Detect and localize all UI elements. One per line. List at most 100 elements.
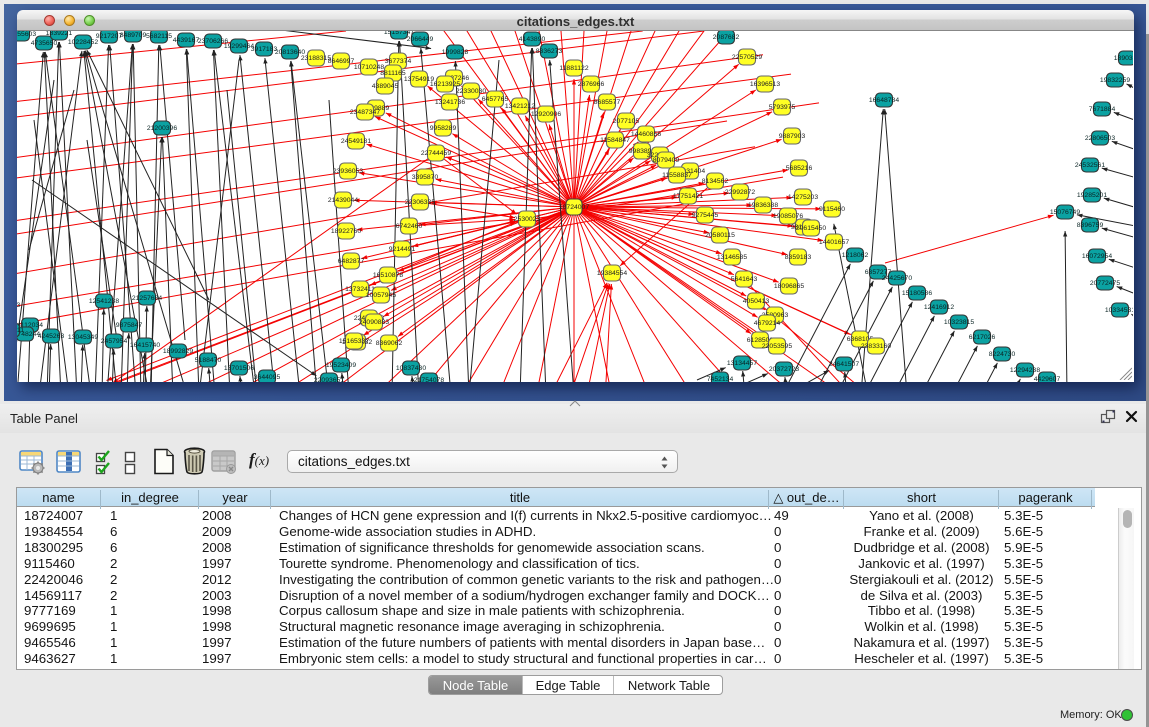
svg-text:8489709: 8489709 <box>120 32 147 39</box>
svg-text:10837430: 10837430 <box>396 365 426 372</box>
svg-text:6742460: 6742460 <box>396 223 423 230</box>
svg-text:13241736: 13241736 <box>435 99 465 106</box>
svg-text:1890399: 1890399 <box>1114 55 1133 62</box>
svg-text:21200396: 21200396 <box>147 125 177 132</box>
svg-text:6217026: 6217026 <box>969 334 996 341</box>
svg-text:4735650: 4735650 <box>31 40 58 47</box>
svg-text:13134457: 13134457 <box>727 360 757 367</box>
svg-text:13421212: 13421212 <box>505 103 535 110</box>
svg-text:13146585: 13146585 <box>717 254 747 261</box>
svg-text:2530023: 2530023 <box>514 216 541 223</box>
svg-text:3395870: 3395870 <box>412 174 439 181</box>
svg-text:8134562: 8134562 <box>702 178 729 185</box>
svg-text:8359183: 8359183 <box>785 254 812 261</box>
svg-text:4389045: 4389045 <box>372 83 399 90</box>
svg-text:5188470: 5188470 <box>195 357 222 364</box>
svg-text:24641507: 24641507 <box>829 361 859 368</box>
svg-text:4143890: 4143890 <box>519 36 546 43</box>
svg-text:8646997: 8646997 <box>328 58 355 65</box>
svg-text:24090883: 24090883 <box>359 319 389 326</box>
svg-text:16213925: 16213925 <box>430 81 460 88</box>
svg-text:10323815: 10323815 <box>944 319 974 326</box>
svg-text:5685216: 5685216 <box>786 165 813 172</box>
svg-text:16510878: 16510878 <box>373 272 403 279</box>
svg-text:16072954: 16072954 <box>1082 253 1112 260</box>
svg-text:10334531: 10334531 <box>1105 307 1133 314</box>
svg-text:22306335: 22306335 <box>405 199 435 206</box>
svg-text:12920906: 12920906 <box>531 111 561 118</box>
svg-text:15165337: 15165337 <box>339 338 369 345</box>
svg-text:19285201: 19285201 <box>1077 192 1107 199</box>
svg-text:8811165: 8811165 <box>380 70 406 77</box>
svg-text:22992872: 22992872 <box>725 189 755 196</box>
svg-text:23487347: 23487347 <box>350 109 380 116</box>
svg-text:24532561: 24532561 <box>1075 162 1105 169</box>
svg-text:19523409: 19523409 <box>326 362 356 369</box>
svg-text:7671884: 7671884 <box>1089 106 1116 113</box>
svg-text:5793975: 5793975 <box>769 104 796 111</box>
svg-text:9958289: 9958289 <box>430 125 457 132</box>
svg-text:3644095: 3644095 <box>254 374 281 381</box>
svg-text:3917183: 3917183 <box>251 46 278 53</box>
svg-text:16396513: 16396513 <box>750 81 780 88</box>
svg-text:13701506: 13701506 <box>224 365 254 372</box>
svg-text:6482877: 6482877 <box>338 258 365 265</box>
svg-text:4245263: 4245263 <box>38 333 65 340</box>
svg-text:18096865: 18096865 <box>774 283 804 290</box>
svg-text:14401657: 14401657 <box>819 239 849 246</box>
svg-text:1999828: 1999828 <box>442 49 469 56</box>
svg-text:19836388: 19836388 <box>748 202 778 209</box>
svg-text:9115460: 9115460 <box>819 206 845 213</box>
svg-text:4679214: 4679214 <box>754 320 781 327</box>
svg-text:9887903: 9887903 <box>779 133 806 140</box>
svg-text:2087682: 2087682 <box>713 34 740 41</box>
svg-text:21257684: 21257684 <box>132 295 162 302</box>
svg-text:17751421: 17751421 <box>673 193 703 200</box>
svg-text:20580115: 20580115 <box>705 232 735 239</box>
svg-text:1218062: 1218062 <box>842 252 869 259</box>
svg-text:24549181: 24549181 <box>341 138 371 145</box>
svg-text:13045349: 13045349 <box>68 334 98 341</box>
svg-text:15076749: 15076749 <box>1050 209 1080 216</box>
svg-text:2066449: 2066449 <box>407 36 434 43</box>
svg-text:10057945: 10057945 <box>366 292 396 299</box>
svg-text:3677374: 3677374 <box>385 58 412 65</box>
svg-text:12541238: 12541238 <box>89 298 119 305</box>
svg-text:8079409: 8079409 <box>653 157 680 164</box>
svg-text:14275203: 14275203 <box>788 194 818 201</box>
svg-text:8336273: 8336273 <box>536 48 563 55</box>
svg-text:12416912: 12416912 <box>924 304 954 311</box>
svg-text:10228452: 10228452 <box>68 39 98 46</box>
svg-text:5682115: 5682115 <box>146 33 172 40</box>
svg-text:19299464: 19299464 <box>224 43 254 50</box>
svg-text:8369062: 8369062 <box>376 340 403 347</box>
svg-text:11584847: 11584847 <box>600 137 630 144</box>
svg-text:4050413: 4050413 <box>743 298 770 305</box>
svg-text:9214491: 9214491 <box>389 246 416 253</box>
svg-text:16415740: 16415740 <box>130 342 160 349</box>
svg-text:11558837: 11558837 <box>662 172 692 179</box>
svg-text:4429607: 4429607 <box>1034 376 1061 382</box>
svg-text:18922760: 18922760 <box>331 228 361 235</box>
svg-text:18992829: 18992829 <box>163 348 193 355</box>
svg-text:8685577: 8685577 <box>594 99 621 106</box>
svg-text:24425670: 24425670 <box>882 275 912 282</box>
svg-text:19384554: 19384554 <box>597 270 627 277</box>
svg-text:22455603: 22455603 <box>17 31 36 38</box>
svg-text:23936053: 23936053 <box>333 168 363 175</box>
svg-text:22744459: 22744459 <box>421 150 451 157</box>
svg-text:18724007: 18724007 <box>559 204 589 211</box>
svg-text:22570529: 22570529 <box>732 54 762 61</box>
svg-text:12294238: 12294238 <box>1010 367 1040 374</box>
svg-text:21439044: 21439044 <box>328 197 358 204</box>
svg-text:20772475: 20772475 <box>1090 280 1120 287</box>
svg-text:15180586: 15180586 <box>902 290 932 297</box>
svg-text:3333883: 3333883 <box>17 302 20 309</box>
svg-text:5641643: 5641643 <box>731 276 758 283</box>
svg-text:1839221: 1839221 <box>46 31 73 37</box>
svg-text:4439167: 4439167 <box>173 37 200 44</box>
svg-text:22093651: 22093651 <box>314 377 344 382</box>
svg-text:11881122: 11881122 <box>559 65 588 72</box>
svg-text:6457765: 6457765 <box>482 96 509 103</box>
svg-text:7452134: 7452134 <box>707 376 734 382</box>
